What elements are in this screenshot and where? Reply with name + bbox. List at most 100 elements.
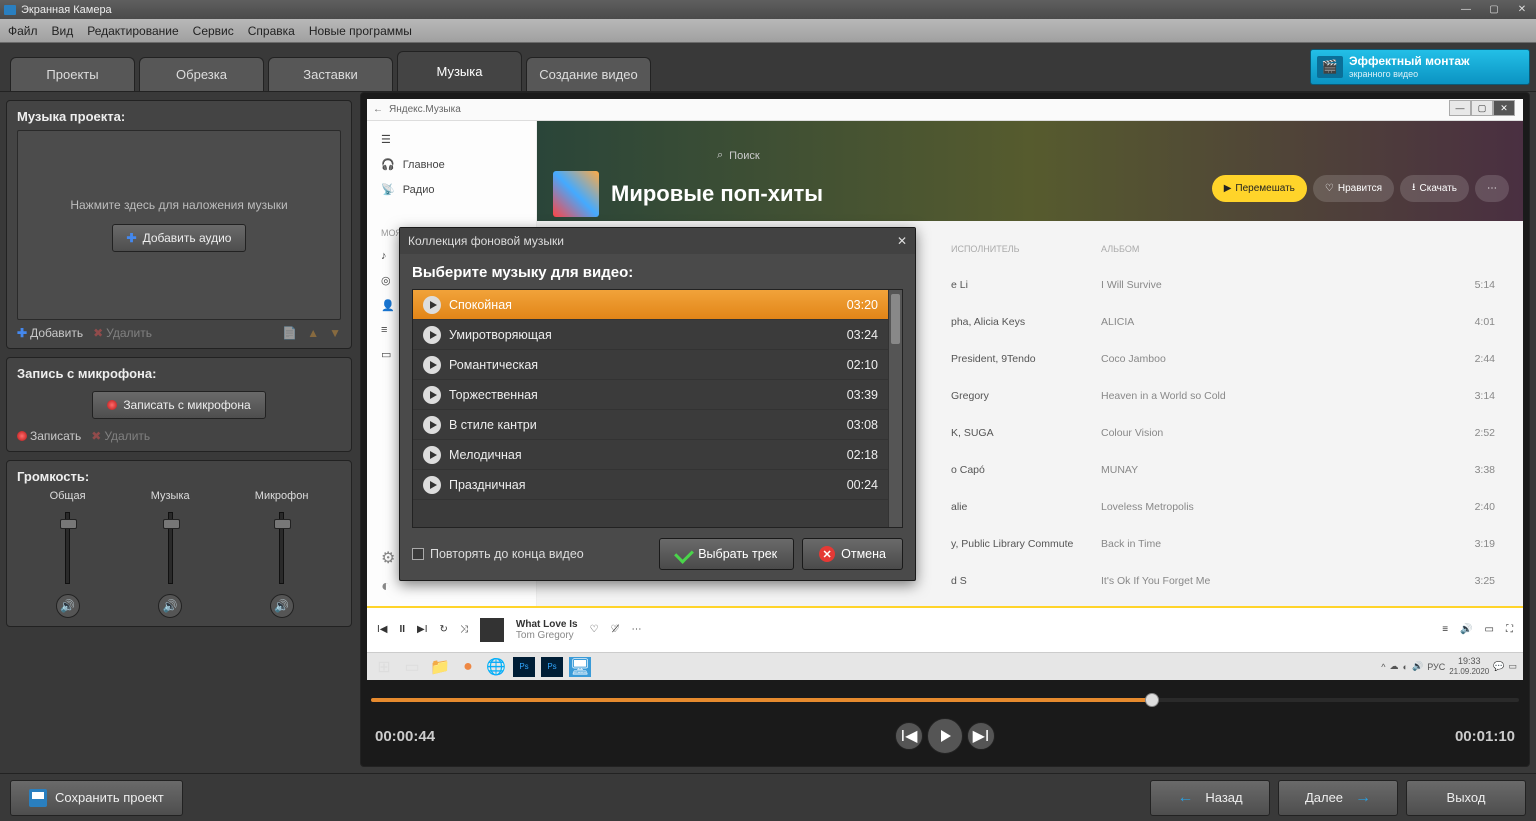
delete-rec-button[interactable]: ✖Удалить [91, 429, 150, 443]
yx-track-row[interactable]: y, Public Library CommuteBack in Time3:1… [951, 527, 1509, 561]
yx-track-row[interactable]: K, SUGAColour Vision2:52 [951, 416, 1509, 450]
photoshop2-icon[interactable]: Ps [541, 657, 563, 677]
dialog-scrollbar[interactable] [888, 290, 902, 527]
yx-maximize[interactable]: ▢ [1471, 100, 1493, 116]
yx-track-row[interactable]: GregoryHeaven in a World so Cold3:14 [951, 379, 1509, 413]
dialog-close-button[interactable]: ✕ [897, 234, 907, 248]
yx-track-row[interactable]: d SIt's Ok If You Forget Me3:25 [951, 564, 1509, 598]
yx-minimize[interactable]: — [1449, 100, 1471, 116]
like-button[interactable]: ♡ Нравится [1313, 175, 1394, 202]
tray[interactable]: ^☁◐🔊 РУС 19:3321.09.2020 💬▭ [1381, 657, 1517, 677]
track-row[interactable]: Торжественная03:39 [413, 380, 888, 410]
timeline-knob[interactable] [1145, 693, 1159, 707]
track-row[interactable]: Романтическая02:10 [413, 350, 888, 380]
delete-button[interactable]: ✖Удалить [93, 326, 152, 340]
promo-banner[interactable]: 🎬 Эффектный монтаж экранного видео [1310, 49, 1530, 85]
menu-file[interactable]: Файл [8, 24, 38, 38]
save-project-button[interactable]: Сохранить проект [10, 780, 183, 816]
photoshop-icon[interactable]: Ps [513, 657, 535, 677]
queue-icon[interactable]: ≡ [1442, 624, 1448, 635]
menu-new-programs[interactable]: Новые программы [309, 24, 412, 38]
play-icon[interactable] [423, 476, 441, 494]
explorer-icon[interactable]: 📁 [429, 657, 451, 677]
play-icon[interactable] [423, 356, 441, 374]
slider-mic[interactable] [279, 512, 284, 584]
tab-create-video[interactable]: Создание видео [526, 57, 651, 91]
prev-button[interactable]: I◀ [895, 722, 923, 750]
track-row[interactable]: Мелодичная02:18 [413, 440, 888, 470]
exit-button[interactable]: Выход [1406, 780, 1526, 816]
heart-icon[interactable]: ♡ [590, 624, 599, 635]
yx-track-row[interactable]: o CapóMUNAY3:38 [951, 453, 1509, 487]
add-audio-button[interactable]: ✚ Добавить аудио [112, 224, 247, 252]
yandex-browser-icon[interactable]: ● [457, 657, 479, 677]
screencam-icon[interactable]: 🖥 [569, 657, 591, 677]
yx-track-row[interactable]: e LiI Will Survive5:14 [951, 268, 1509, 302]
repeat-checkbox[interactable]: Повторять до конца видео [412, 547, 584, 561]
play-icon[interactable] [423, 446, 441, 464]
repeat-icon[interactable]: ↻ [440, 624, 448, 635]
hamburger-icon[interactable]: ☰ [367, 127, 536, 152]
replace-icon[interactable]: 📄 [282, 326, 297, 340]
tab-trim[interactable]: Обрезка [139, 57, 264, 91]
track-row[interactable]: Умиротворяющая03:24 [413, 320, 888, 350]
play-icon[interactable] [423, 386, 441, 404]
slider-music[interactable] [168, 512, 173, 584]
move-up-icon[interactable]: ▲ [307, 326, 319, 340]
slider-total[interactable] [65, 512, 70, 584]
tab-intros[interactable]: Заставки [268, 57, 393, 91]
menu-edit[interactable]: Редактирование [87, 24, 178, 38]
dislike-icon[interactable]: ♡̸ [611, 624, 620, 635]
shuffle-button[interactable]: ▶ Перемешать [1212, 175, 1307, 202]
more-button[interactable]: ⋯ [1475, 175, 1509, 202]
play-icon[interactable] [423, 416, 441, 434]
mute-total-button[interactable]: 🔊 [56, 594, 80, 618]
yx-track-row[interactable]: pha, Alicia KeysALICIA4:01 [951, 305, 1509, 339]
close-button[interactable]: ✕ [1508, 0, 1536, 19]
yx-track-row[interactable]: alieLoveless Metropolis2:40 [951, 490, 1509, 524]
mute-music-button[interactable]: 🔊 [158, 594, 182, 618]
track-row[interactable]: В стиле кантри03:08 [413, 410, 888, 440]
menu-service[interactable]: Сервис [193, 24, 234, 38]
pause-icon[interactable]: II [399, 624, 405, 635]
play-icon[interactable] [423, 326, 441, 344]
back-button[interactable]: Назад [1150, 780, 1270, 816]
minimize-button[interactable]: — [1452, 0, 1480, 19]
cast-icon[interactable]: ▭ [1485, 624, 1494, 635]
play-button[interactable] [927, 718, 963, 754]
nav-main[interactable]: 🎧Главное [367, 152, 536, 177]
track-row[interactable]: Спокойная03:20 [413, 290, 888, 320]
start-icon[interactable]: ⊞ [373, 657, 395, 677]
music-drop-area[interactable]: Нажмите здесь для наложения музыки ✚ Доб… [17, 130, 341, 320]
taskview-icon[interactable]: ▭ [401, 657, 423, 677]
volume-icon[interactable]: 🔊 [1460, 624, 1472, 635]
yx-track-row[interactable]: President, 9TendoCoco Jamboo2:44 [951, 342, 1509, 376]
chrome-icon[interactable]: 🌐 [485, 657, 507, 677]
shuffle-icon[interactable]: ⤨ [460, 624, 468, 635]
mute-mic-button[interactable]: 🔊 [270, 594, 294, 618]
tab-music[interactable]: Музыка [397, 51, 522, 91]
add-button[interactable]: ✚Добавить [17, 326, 83, 340]
record-mic-button[interactable]: Записать с микрофона [92, 391, 265, 419]
prev-track-icon[interactable]: I◀ [377, 624, 387, 635]
play-icon[interactable] [423, 296, 441, 314]
yx-progress[interactable] [367, 606, 1523, 608]
cancel-button[interactable]: ✕ Отмена [802, 538, 903, 570]
menu-view[interactable]: Вид [52, 24, 74, 38]
move-down-icon[interactable]: ▼ [329, 326, 341, 340]
more-icon[interactable]: ⋯ [632, 624, 642, 635]
timeline[interactable] [371, 688, 1519, 712]
next-button[interactable]: ▶I [967, 722, 995, 750]
menu-help[interactable]: Справка [248, 24, 295, 38]
tab-projects[interactable]: Проекты [10, 57, 135, 91]
fullscreen-icon[interactable]: ⛶ [1506, 624, 1513, 635]
next-track-icon[interactable]: ▶I [417, 624, 427, 635]
maximize-button[interactable]: ▢ [1480, 0, 1508, 19]
nav-radio[interactable]: 📡Радио [367, 177, 536, 202]
track-row[interactable]: Праздничная00:24 [413, 470, 888, 500]
select-track-button[interactable]: Выбрать трек [659, 538, 794, 570]
yx-close[interactable]: ✕ [1493, 100, 1515, 116]
next-button-bottom[interactable]: Далее [1278, 780, 1398, 816]
download-button[interactable]: ⭳ Скачать [1400, 175, 1469, 202]
record-button[interactable]: Записать [17, 429, 81, 443]
